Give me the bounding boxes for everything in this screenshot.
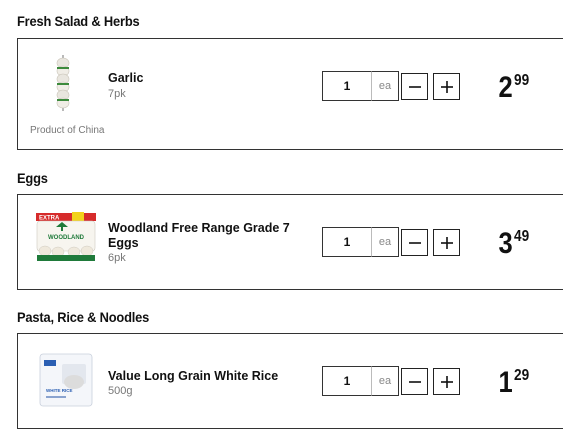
quantity-input[interactable]: 1: [322, 366, 372, 396]
plus-icon: [440, 80, 453, 93]
egg-carton-image-icon: EXTRA WOODLAND: [36, 212, 96, 261]
price-cents: 49: [513, 228, 529, 245]
svg-text:WOODLAND: WOODLAND: [48, 235, 85, 241]
price-cents: 29: [513, 367, 529, 384]
minus-icon: [408, 241, 421, 244]
unit-selector[interactable]: ea: [371, 227, 399, 257]
product-name-line-1: Woodland Free Range Grade 7: [108, 221, 290, 235]
product-size: 6pk: [108, 252, 126, 264]
quantity-input[interactable]: 1: [322, 227, 372, 257]
minus-icon: [408, 85, 421, 88]
decrease-quantity-button[interactable]: [401, 73, 428, 100]
section-title-eggs: Eggs: [17, 170, 48, 186]
product-card-garlic: Garlic 7pk Product of China 1 ea 2 99: [17, 38, 563, 150]
plus-icon: [440, 375, 453, 388]
section-title-fresh-salad-herbs: Fresh Salad & Herbs: [17, 13, 140, 29]
minus-icon: [408, 380, 421, 383]
svg-text:EXTRA: EXTRA: [39, 216, 60, 222]
decrease-quantity-button[interactable]: [401, 229, 428, 256]
quantity-input[interactable]: 1: [322, 71, 372, 101]
garlic-image-icon: [56, 55, 70, 111]
price-dollars: 2: [498, 71, 513, 104]
product-name[interactable]: Value Long Grain White Rice: [108, 369, 278, 384]
increase-quantity-button[interactable]: [433, 229, 460, 256]
product-name[interactable]: Woodland Free Range Grade 7 Eggs: [108, 221, 290, 251]
increase-quantity-button[interactable]: [433, 73, 460, 100]
price-cents: 99: [513, 72, 529, 89]
plus-icon: [440, 236, 453, 249]
product-card-eggs: EXTRA WOODLAND Woodland Free Range Grade…: [17, 194, 563, 290]
rice-product-image[interactable]: WHITE RICE: [38, 352, 94, 408]
product-price: 1 29: [496, 368, 531, 398]
product-name-line-2: Eggs: [108, 236, 139, 250]
decrease-quantity-button[interactable]: [401, 368, 428, 395]
product-price: 3 49: [496, 229, 531, 259]
rice-bag-image-icon: WHITE RICE: [39, 353, 93, 407]
increase-quantity-button[interactable]: [433, 368, 460, 395]
garlic-product-image[interactable]: [52, 55, 74, 111]
price-dollars: 3: [498, 227, 513, 260]
eggs-product-image[interactable]: EXTRA WOODLAND: [34, 211, 98, 263]
product-origin: Product of China: [30, 125, 105, 136]
product-name[interactable]: Garlic: [108, 71, 143, 86]
unit-selector[interactable]: ea: [371, 366, 399, 396]
price-dollars: 1: [498, 366, 513, 399]
product-size: 500g: [108, 385, 133, 397]
product-price: 2 99: [496, 73, 531, 103]
unit-selector[interactable]: ea: [371, 71, 399, 101]
product-size: 7pk: [108, 88, 126, 100]
svg-text:WHITE RICE: WHITE RICE: [46, 388, 73, 393]
section-title-pasta-rice-noodles: Pasta, Rice & Noodles: [17, 309, 150, 325]
product-card-rice: WHITE RICE Value Long Grain White Rice 5…: [17, 333, 563, 429]
